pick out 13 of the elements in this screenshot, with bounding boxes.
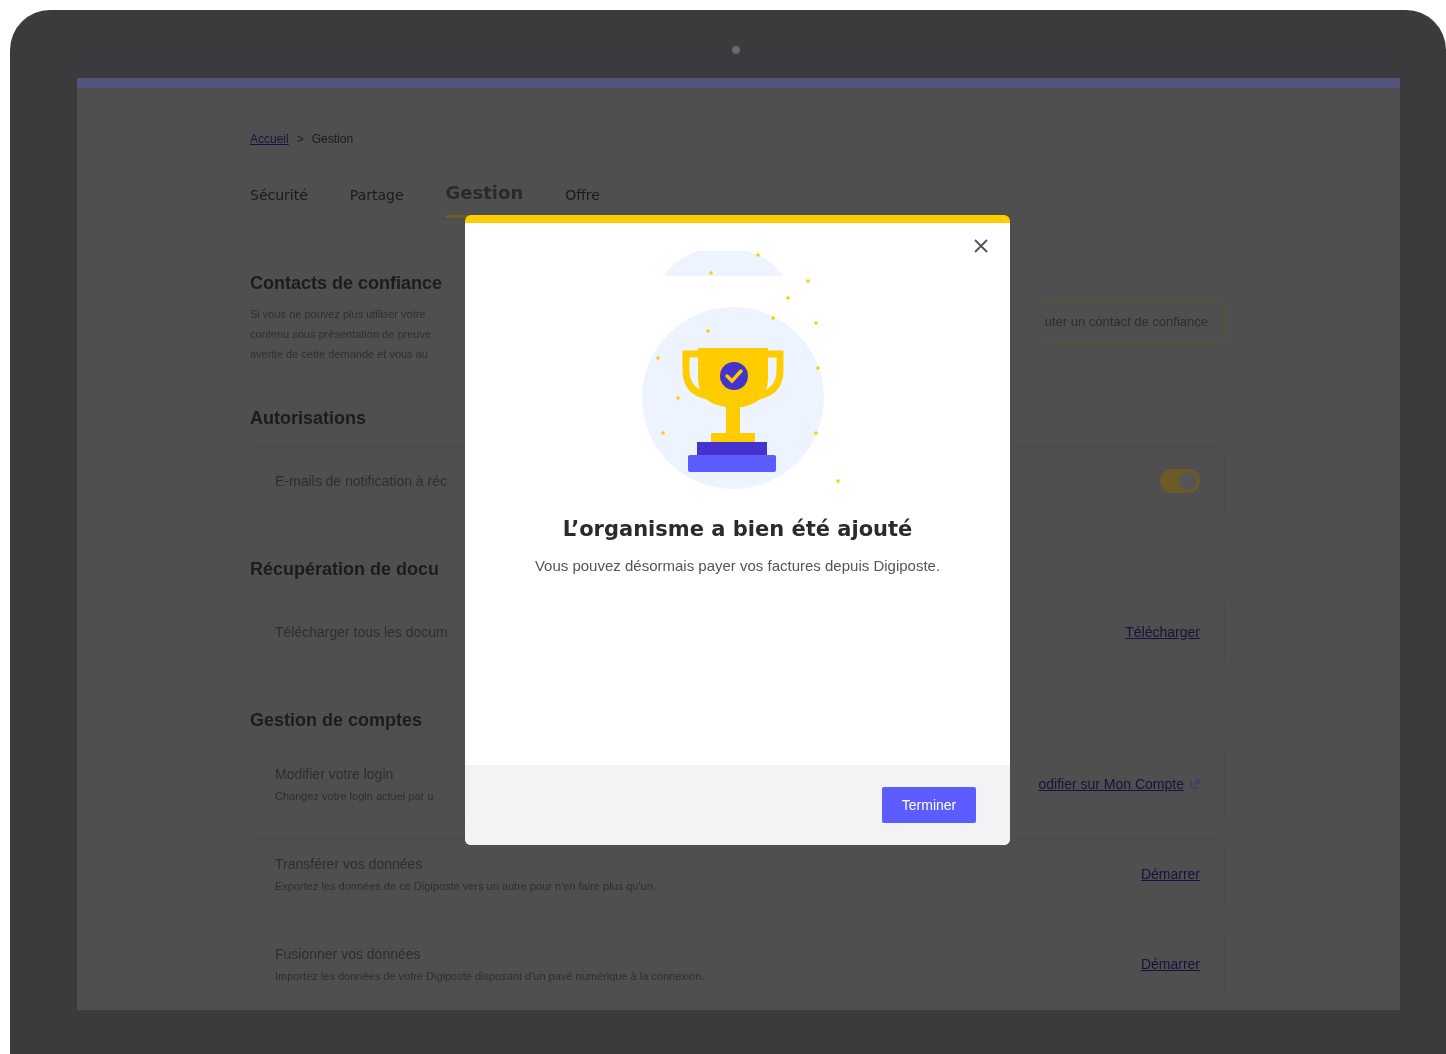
dialog-title: L’organisme a bien été ajouté [562, 517, 913, 541]
finish-button[interactable]: Terminer [882, 787, 976, 823]
link[interactable]: Télécharger [1125, 624, 1200, 640]
breadcrumb-link[interactable]: Accueil [250, 132, 289, 146]
camera-icon [732, 46, 740, 54]
dialog-message: Vous pouvez désormais payer vos factures depuis Digiposte. [534, 557, 941, 574]
breadcrumb-separator: > [296, 132, 304, 146]
link[interactable]: odifier sur Mon Compte [1038, 776, 1200, 792]
toggle-switch[interactable] [1160, 469, 1200, 493]
external-link-icon [1190, 779, 1200, 789]
link[interactable]: Démarrer [1140, 956, 1200, 972]
link[interactable]: Démarrer [1140, 866, 1200, 882]
close-icon[interactable] [972, 237, 990, 255]
